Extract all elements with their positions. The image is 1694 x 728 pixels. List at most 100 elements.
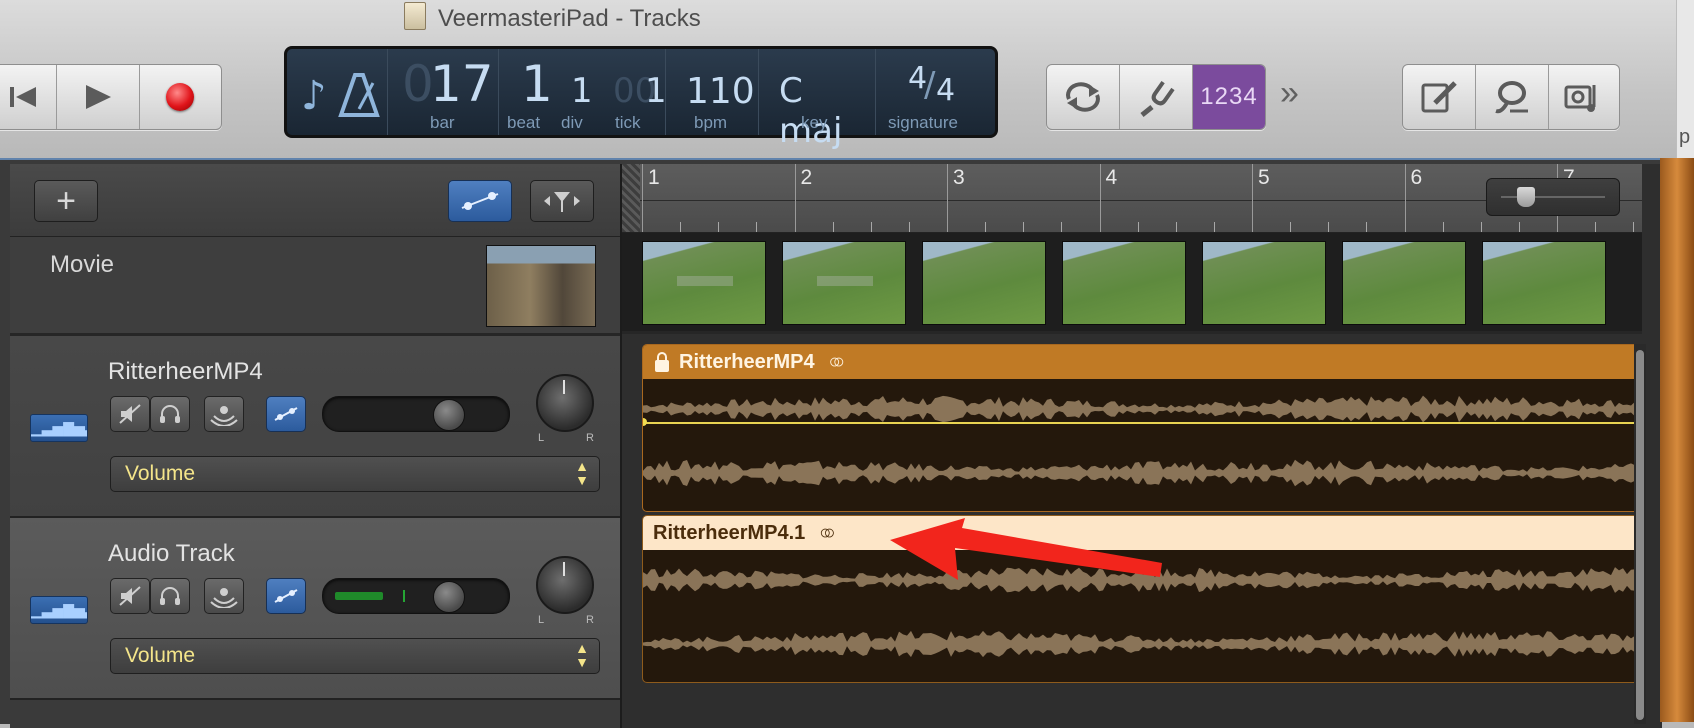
speaker-mute-icon — [119, 404, 141, 424]
play-button[interactable] — [57, 65, 140, 129]
solo-button[interactable] — [150, 578, 190, 614]
automation-parameter-select[interactable]: Volume ▲ ▼ — [110, 638, 600, 674]
window-edge-decoration — [1660, 158, 1694, 722]
audio-region-ritterheer[interactable]: RitterheerMP4 ○○ — [642, 344, 1644, 512]
ruler-bar-number: 1 — [648, 166, 660, 189]
solo-button[interactable] — [150, 396, 190, 432]
movie-frame-thumbnail — [642, 241, 766, 325]
ruler-sub-tick — [1595, 222, 1597, 232]
ruler-bar-line — [947, 164, 948, 232]
volume-slider-knob[interactable] — [433, 399, 465, 431]
ruler-sub-tick — [1023, 222, 1025, 232]
adjacent-window-text: p — [1679, 126, 1691, 148]
mute-button[interactable] — [110, 396, 150, 432]
pan-knob[interactable] — [536, 556, 594, 614]
rewind-button[interactable] — [0, 65, 58, 129]
track-automation-button[interactable] — [266, 578, 306, 614]
track-name: RitterheerMP4 — [108, 358, 263, 385]
volume-slider[interactable] — [322, 578, 510, 614]
zoom-thumb[interactable] — [1517, 187, 1535, 207]
audio-region-ritterheer-1[interactable]: RitterheerMP4.1 ○○ — [642, 515, 1644, 683]
mute-button[interactable] — [110, 578, 150, 614]
horizontal-zoom-slider[interactable] — [1486, 178, 1620, 216]
div-cell: 1 div — [559, 49, 599, 135]
bpm-cell[interactable]: 110 bpm — [666, 49, 759, 135]
vertical-scrollbar[interactable] — [1634, 344, 1646, 724]
stereo-rings-icon: ○○ — [819, 521, 835, 544]
play-icon — [86, 85, 112, 109]
volume-automation-line[interactable] — [643, 422, 1643, 424]
select-arrows-icon: ▲ ▼ — [575, 458, 589, 488]
add-track-button[interactable]: + — [34, 180, 98, 222]
timeline[interactable]: 1234567 RitterheerMP4 ○○ RitterheerMP4.1 — [620, 164, 1673, 728]
track-header-audio-track[interactable]: ▁▃▅▇▅▃▁ Audio Track L R Vol — [10, 518, 620, 700]
ruler-bar-line — [794, 164, 796, 232]
movie-track-lane[interactable] — [622, 233, 1642, 334]
automation-toggle-button[interactable] — [448, 180, 512, 222]
ruler-sub-tick — [1633, 222, 1635, 232]
loop-browser-button[interactable] — [1476, 65, 1549, 129]
ruler-sub-tick — [680, 222, 682, 232]
media-camera-music-icon — [1564, 85, 1596, 112]
bpm-label: bpm — [694, 113, 728, 132]
signature-slash: / — [924, 65, 936, 105]
movie-frame-thumbnail — [1482, 241, 1606, 325]
track-automation-button[interactable] — [266, 396, 306, 432]
bpm-value: 110 — [686, 71, 755, 112]
mode-controls: 1234 — [1046, 64, 1266, 130]
region-header[interactable]: RitterheerMP4 ○○ — [643, 345, 1643, 379]
bar-value: 17 — [430, 55, 494, 113]
metronome-icon: ♪ — [301, 73, 380, 119]
region-name: RitterheerMP4 — [679, 350, 815, 373]
metronome-cell: ♪ — [287, 49, 388, 135]
tuner-button[interactable] — [1120, 65, 1193, 129]
key-value: C maj — [779, 71, 843, 151]
ruler-bar-line — [1099, 164, 1101, 232]
ruler-sub-tick — [1213, 222, 1215, 232]
bar-label: bar — [430, 113, 455, 132]
editors-button[interactable] — [1403, 65, 1476, 129]
key-label: key — [801, 113, 828, 132]
waveform-path — [643, 395, 1643, 423]
region-name: RitterheerMP4.1 — [653, 521, 806, 544]
automation-curve-icon — [461, 192, 499, 210]
vertical-scrollbar-thumb[interactable] — [1636, 350, 1644, 720]
track-header-ritterheer[interactable]: ▁▃▅▇▅▃▁ RitterheerMP4 L R Volume ▲▼ — [10, 336, 620, 518]
movie-frame-thumbnail — [1062, 241, 1186, 325]
bar-cell: 0 17 bar — [388, 49, 499, 135]
ruler[interactable]: 1234567 — [622, 164, 1673, 233]
record-button[interactable] — [140, 65, 221, 129]
transport-controls — [0, 64, 222, 130]
media-browser-button[interactable] — [1549, 65, 1619, 129]
volume-slider[interactable] — [322, 396, 510, 432]
movie-frame-thumbnail — [1342, 241, 1466, 325]
flex-toggle-button[interactable] — [530, 180, 594, 222]
cycle-button[interactable] — [1047, 65, 1120, 129]
automation-parameter-select[interactable]: Volume ▲ ▼ — [110, 456, 600, 492]
count-in-button[interactable]: 1234 — [1193, 65, 1265, 129]
count-in-label: 1234 — [1200, 83, 1258, 110]
record-enable-button[interactable] — [204, 578, 244, 614]
ruler-bar-number: 2 — [800, 166, 813, 189]
window-title: VeermasteriPad - Tracks — [404, 2, 701, 32]
lcd-display[interactable]: ♪ 0 17 bar 1 beat 1 div 00 1 tick 110 bp… — [284, 46, 998, 151]
toolbar-overflow-button[interactable]: » — [1280, 74, 1299, 113]
track-header-toolbar: + — [10, 164, 620, 237]
waveform-path — [643, 630, 1643, 658]
ruler-bar-number: 6 — [1410, 166, 1423, 189]
signature-cell[interactable]: 4 / 4 signature — [876, 49, 995, 135]
adjacent-window-edge: p — [1676, 0, 1694, 158]
movie-track-label: Movie — [50, 251, 115, 278]
ruler-sub-tick — [908, 222, 910, 232]
view-controls — [1402, 64, 1620, 130]
record-enable-button[interactable] — [204, 396, 244, 432]
volume-slider-knob[interactable] — [433, 581, 465, 613]
beat-label: beat — [507, 113, 541, 132]
movie-track-header[interactable]: Movie — [10, 237, 620, 336]
movie-thumbnail — [486, 245, 596, 327]
flex-icon — [544, 192, 580, 212]
pan-knob[interactable] — [536, 374, 594, 432]
region-header[interactable]: RitterheerMP4.1 ○○ — [643, 516, 1643, 550]
key-cell[interactable]: C maj key — [759, 49, 876, 151]
rewind-icon — [9, 87, 36, 107]
